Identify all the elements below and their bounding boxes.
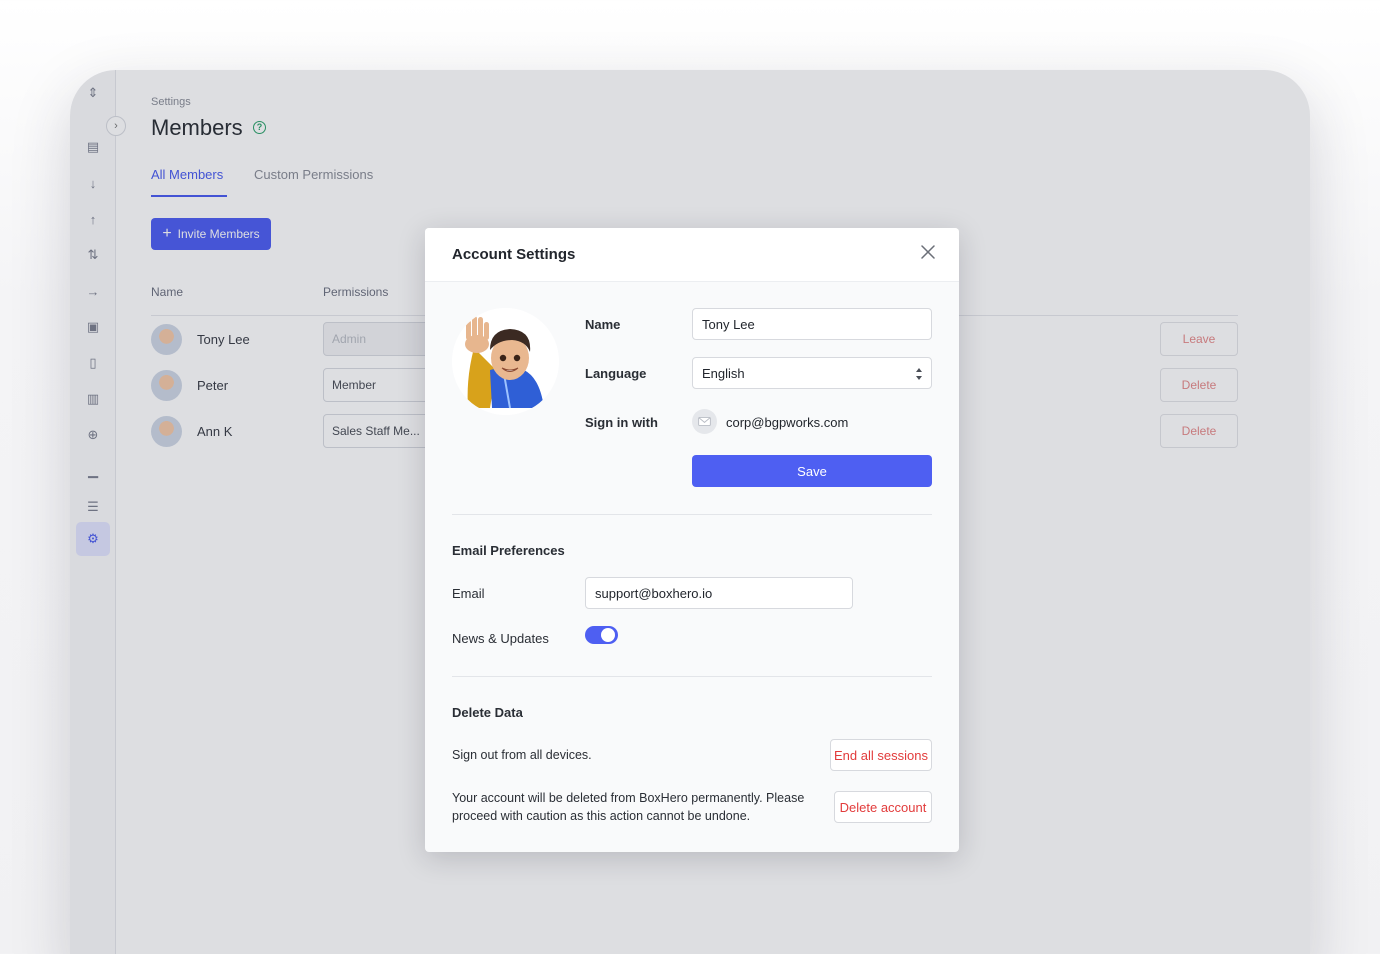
dialog-title: Account Settings xyxy=(452,246,576,263)
account-settings-dialog: Account Settings Name Tony Lee Language … xyxy=(425,228,959,852)
sessions-description: Sign out from all devices. xyxy=(452,748,592,762)
select-arrows-icon xyxy=(916,368,922,380)
end-all-sessions-button[interactable]: End all sessions xyxy=(830,739,932,771)
profile-avatar[interactable] xyxy=(452,308,559,415)
language-select[interactable]: English xyxy=(692,357,932,389)
section-divider xyxy=(452,676,932,677)
name-label: Name xyxy=(585,317,621,332)
close-icon[interactable] xyxy=(919,243,937,261)
sign-in-label: Sign in with xyxy=(585,415,658,430)
email-label: Email xyxy=(452,586,485,601)
language-value: English xyxy=(702,366,745,381)
delete-account-description: Your account will be deleted from BoxHer… xyxy=(452,791,805,823)
dialog-header: Account Settings xyxy=(425,228,959,282)
delete-data-heading: Delete Data xyxy=(452,705,523,720)
delete-account-button[interactable]: Delete account xyxy=(834,791,932,823)
language-label: Language xyxy=(585,366,647,381)
sign-in-email: corp@bgpworks.com xyxy=(726,415,849,430)
section-divider xyxy=(452,514,932,515)
email-field[interactable]: support@boxhero.io xyxy=(585,577,853,609)
news-updates-toggle[interactable] xyxy=(585,626,618,644)
news-updates-label: News & Updates xyxy=(452,631,549,646)
save-button[interactable]: Save xyxy=(692,455,932,487)
memoji-avatar-image xyxy=(452,308,559,415)
email-preferences-heading: Email Preferences xyxy=(452,543,565,558)
toggle-knob xyxy=(601,628,615,642)
mail-icon xyxy=(692,409,717,434)
name-field[interactable]: Tony Lee xyxy=(692,308,932,340)
